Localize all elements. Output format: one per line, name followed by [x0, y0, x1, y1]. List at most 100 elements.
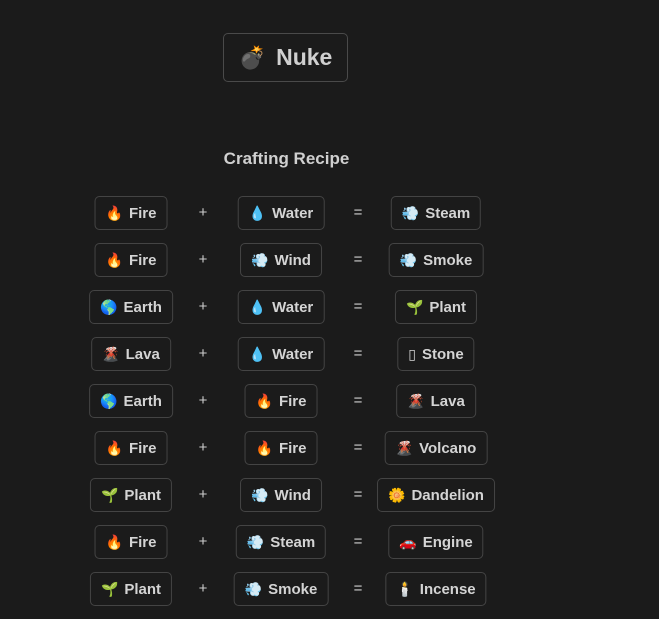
ingredient-b[interactable]: 💨 Wind [240, 478, 322, 512]
wind-icon: 💨 [251, 486, 269, 503]
bomb-icon: 💣 [238, 44, 267, 70]
wind-icon: 💨 [244, 580, 263, 597]
earth-globe-icon: 🌎 [100, 392, 118, 409]
equals-operator: = [353, 439, 363, 456]
recipe-result[interactable]: 💨 Steam [390, 196, 482, 230]
ingredient-b[interactable]: 💧 Water [237, 290, 325, 324]
ingredient-b[interactable]: 💨 Smoke [233, 572, 329, 606]
wind-icon: 💨 [401, 204, 420, 221]
volcano-icon: 🌋 [407, 392, 425, 409]
volcano-icon: 🌋 [102, 345, 120, 362]
ingredient-label: Wind [274, 486, 311, 504]
plus-operator: + [198, 204, 208, 221]
wind-icon: 💨 [399, 251, 418, 268]
result-element-nuke[interactable]: 💣 Nuke [223, 33, 348, 82]
flower-icon: 🌼 [388, 486, 406, 503]
ingredient-b[interactable]: 🔥 Fire [244, 384, 318, 418]
ingredient-b[interactable]: 💧 Water [237, 196, 325, 230]
result-label: Smoke [423, 251, 473, 269]
wind-icon: 💨 [251, 251, 269, 268]
equals-operator: = [353, 204, 363, 221]
recipe-row: 🌎 Earth + 💧 Water = 🌱 Plant [0, 290, 573, 337]
seedling-icon: 🌱 [405, 298, 424, 315]
ingredient-label: Fire [128, 533, 157, 551]
ingredient-label: Steam [270, 533, 316, 551]
ingredient-label: Water [272, 345, 314, 363]
recipe-result[interactable]: 🌱 Plant [394, 290, 478, 324]
seedling-icon: 🌱 [100, 580, 119, 597]
ingredient-label: Lava [125, 345, 160, 363]
ingredient-b[interactable]: 💧 Water [237, 337, 325, 371]
recipe-row: 🔥 Fire + 💨 Steam = 🚗 Engine [0, 525, 573, 572]
ingredient-label: Plant [124, 580, 162, 598]
recipe-result[interactable]: 💨 Smoke [388, 243, 484, 277]
plus-operator: + [198, 251, 208, 268]
recipe-result[interactable]: 🕯️ Incense [385, 572, 487, 606]
plus-operator: + [198, 580, 208, 597]
ingredient-a[interactable]: 🌎 Earth [89, 384, 173, 418]
recipe-result[interactable]: 🌼 Dandelion [377, 478, 495, 512]
ingredient-a[interactable]: 🌎 Earth [89, 290, 173, 324]
ingredient-label: Smoke [268, 580, 318, 598]
water-icon: 💧 [248, 204, 267, 221]
result-label: Incense [419, 580, 476, 598]
water-icon: 💧 [248, 345, 267, 362]
ingredient-a[interactable]: 🌱 Plant [89, 572, 173, 606]
equals-operator: = [353, 533, 363, 550]
ingredient-label: Fire [128, 204, 157, 222]
recipe-row: 🌱 Plant + 💨 Wind = 🌼 Dandelion [0, 478, 573, 525]
plus-operator: + [198, 439, 208, 456]
fire-icon: 🔥 [105, 533, 123, 550]
result-label: Dandelion [411, 486, 484, 504]
ingredient-a[interactable]: 🔥 Fire [94, 243, 168, 277]
crafting-recipe-heading: Crafting Recipe [223, 149, 350, 168]
result-label: Stone [422, 345, 464, 363]
plus-operator: + [198, 486, 208, 503]
plus-operator: + [198, 345, 208, 362]
recipe-row: 🌋 Lava + 💧 Water = ▯ Stone [0, 337, 573, 384]
ingredient-label: Fire [128, 251, 157, 269]
fire-icon: 🔥 [105, 204, 123, 221]
ingredient-label: Fire [278, 392, 307, 410]
result-label: Plant [429, 298, 467, 316]
recipe-row: 🔥 Fire + 🔥 Fire = 🌋 Volcano [0, 431, 573, 478]
fire-icon: 🔥 [255, 392, 273, 409]
ingredient-a[interactable]: 🌱 Plant [89, 478, 173, 512]
equals-operator: = [353, 392, 363, 409]
result-label: Volcano [419, 439, 477, 457]
ingredient-a[interactable]: 🔥 Fire [94, 196, 168, 230]
ingredient-a[interactable]: 🌋 Lava [91, 337, 171, 371]
ingredient-label: Wind [274, 251, 311, 269]
result-label: Nuke [276, 44, 333, 70]
ingredient-b[interactable]: 💨 Steam [235, 525, 327, 559]
ingredient-b[interactable]: 💨 Wind [240, 243, 322, 277]
ingredient-label: Plant [124, 486, 162, 504]
seedling-icon: 🌱 [100, 486, 119, 503]
recipe-result[interactable]: 🚗 Engine [388, 525, 484, 559]
earth-globe-icon: 🌎 [100, 298, 118, 315]
equals-operator: = [353, 486, 363, 503]
ingredient-label: Water [272, 298, 314, 316]
result-label: Lava [430, 392, 465, 410]
ingredient-b[interactable]: 🔥 Fire [244, 431, 318, 465]
recipe-result[interactable]: 🌋 Volcano [384, 431, 488, 465]
result-label: Steam [425, 204, 471, 222]
fire-icon: 🔥 [255, 439, 273, 456]
equals-operator: = [353, 580, 363, 597]
recipe-result[interactable]: 🌋 Lava [396, 384, 476, 418]
equals-operator: = [353, 298, 363, 315]
car-icon: 🚗 [399, 533, 417, 550]
recipe-row: 🌱 Plant + 💨 Smoke = 🕯️ Incense [0, 572, 573, 619]
wind-icon: 💨 [246, 533, 265, 550]
recipe-row: 🔥 Fire + 💨 Wind = 💨 Smoke [0, 243, 573, 290]
water-icon: 💧 [248, 298, 267, 315]
ingredient-label: Water [272, 204, 314, 222]
ingredient-label: Earth [123, 298, 162, 316]
ingredient-a[interactable]: 🔥 Fire [94, 431, 168, 465]
recipe-row: 🌎 Earth + 🔥 Fire = 🌋 Lava [0, 384, 573, 431]
plus-operator: + [198, 533, 208, 550]
ingredient-a[interactable]: 🔥 Fire [94, 525, 168, 559]
recipe-result[interactable]: ▯ Stone [397, 337, 475, 371]
candle-icon: 🕯️ [396, 580, 414, 597]
fire-icon: 🔥 [105, 251, 123, 268]
